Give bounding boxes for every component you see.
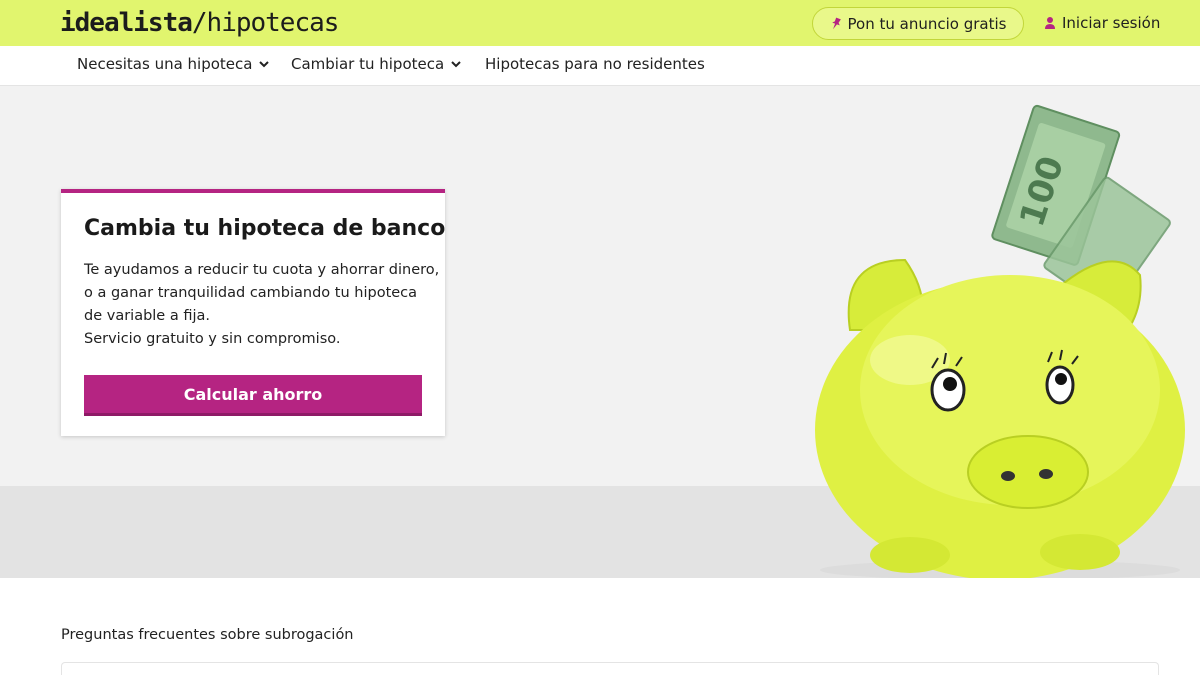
faq-section-title: Preguntas frecuentes sobre subrogación <box>61 627 354 643</box>
top-bar: idealista/hipotecas Pon tu anuncio grati… <box>0 0 1200 46</box>
login-link[interactable]: Iniciar sesión <box>1044 13 1160 33</box>
card-title: Cambia tu hipoteca de banco <box>84 216 446 241</box>
card-text-line: Te ayudamos a reducir tu cuota y ahorrar… <box>84 262 440 278</box>
nav-item-label: Hipotecas para no residentes <box>485 55 705 73</box>
chevron-down-icon <box>259 61 270 68</box>
logo-brand: idealista <box>60 8 193 38</box>
login-label: Iniciar sesión <box>1062 14 1161 32</box>
chevron-down-icon <box>451 61 461 68</box>
nav-item-necesitas-hipoteca[interactable]: Necesitas una hipoteca <box>77 55 270 73</box>
pin-icon <box>831 17 841 29</box>
main-nav: Necesitas una hipoteca Cambiar tu hipote… <box>0 46 1200 86</box>
user-icon <box>1045 17 1055 29</box>
nav-item-label: Cambiar tu hipoteca <box>291 55 445 73</box>
card-description: Te ayudamos a reducir tu cuota y ahorrar… <box>84 259 440 351</box>
piggy-bank-image: 100 <box>815 104 1185 578</box>
switch-mortgage-card: Cambia tu hipoteca de banco Te ayudamos … <box>61 189 445 436</box>
card-text-line: Servicio gratuito y sin compromiso. <box>84 331 341 347</box>
nav-item-label: Necesitas una hipoteca <box>77 55 253 73</box>
card-text-line: o a ganar tranquilidad cambiando tu hipo… <box>84 285 418 301</box>
calculate-savings-button[interactable]: Calcular ahorro <box>84 375 422 416</box>
nav-item-cambiar-hipoteca[interactable]: Cambiar tu hipoteca <box>291 55 462 73</box>
faq-accordion[interactable] <box>61 662 1159 675</box>
logo-product: /hipotecas <box>191 8 340 38</box>
card-text-line: de variable a fija. <box>84 308 210 324</box>
nav-item-no-residentes[interactable]: Hipotecas para no residentes <box>485 55 705 73</box>
site-logo[interactable]: idealista/hipotecas <box>60 8 340 38</box>
publish-ad-label: Pon tu anuncio gratis <box>847 14 1007 33</box>
publish-ad-button[interactable]: Pon tu anuncio gratis <box>812 7 1024 40</box>
